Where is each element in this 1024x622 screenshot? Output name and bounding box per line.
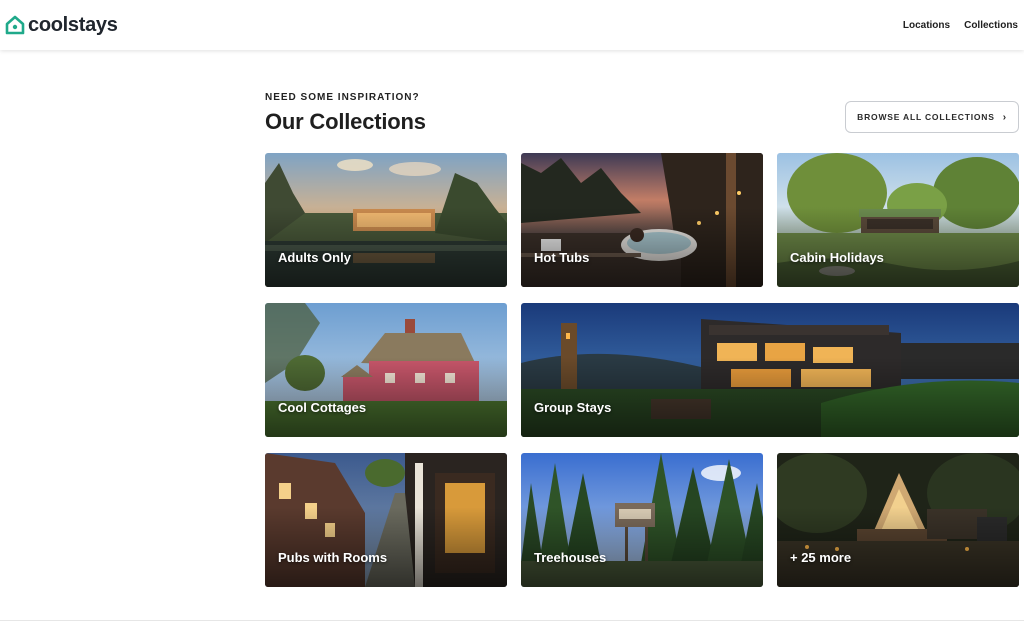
- collection-card-group-stays[interactable]: Group Stays: [521, 303, 1019, 437]
- card-label: Group Stays: [534, 400, 612, 415]
- logo[interactable]: coolstays: [4, 14, 118, 37]
- site-header: coolstays Locations Collections: [0, 0, 1024, 50]
- card-label: Hot Tubs: [534, 250, 590, 265]
- footer-divider: [0, 620, 1024, 621]
- logo-text: coolstays: [28, 13, 118, 36]
- card-gradient: [265, 206, 507, 287]
- card-gradient: [265, 356, 507, 437]
- house-logo-icon: [5, 15, 25, 35]
- card-gradient: [777, 206, 1019, 287]
- card-label: Treehouses: [534, 550, 607, 565]
- collection-card-hot-tubs[interactable]: Hot Tubs: [521, 153, 763, 287]
- card-label: Adults Only: [278, 250, 351, 265]
- collection-card-adults-only[interactable]: Adults Only: [265, 153, 507, 287]
- card-gradient: [777, 506, 1019, 587]
- collections-grid: Adults Only Hot Tubs Cabin Holidays Cool…: [265, 153, 1019, 587]
- card-label: Cool Cottages: [278, 400, 367, 415]
- collection-card-more[interactable]: + 25 more: [777, 453, 1019, 587]
- collections-section: NEED SOME INSPIRATION? Our Collections B…: [265, 92, 1019, 135]
- card-gradient: [265, 506, 507, 587]
- collection-card-treehouses[interactable]: Treehouses: [521, 453, 763, 587]
- chevron-right-icon: ›: [1002, 111, 1007, 123]
- browse-button-label: BROWSE ALL COLLECTIONS: [857, 112, 995, 122]
- card-label: + 25 more: [790, 550, 852, 565]
- collection-card-cool-cottages[interactable]: Cool Cottages: [265, 303, 507, 437]
- browse-all-collections-button[interactable]: BROWSE ALL COLLECTIONS ›: [845, 101, 1019, 133]
- card-gradient: [521, 356, 1019, 437]
- card-label: Cabin Holidays: [790, 250, 884, 265]
- collection-card-pubs-with-rooms[interactable]: Pubs with Rooms: [265, 453, 507, 587]
- card-label: Pubs with Rooms: [278, 550, 388, 565]
- collection-card-cabin-holidays[interactable]: Cabin Holidays: [777, 153, 1019, 287]
- card-gradient: [521, 506, 763, 587]
- top-nav: Locations Collections: [903, 20, 1018, 31]
- nav-link-locations[interactable]: Locations: [903, 20, 950, 31]
- card-gradient: [521, 206, 763, 287]
- nav-link-collections[interactable]: Collections: [964, 20, 1018, 31]
